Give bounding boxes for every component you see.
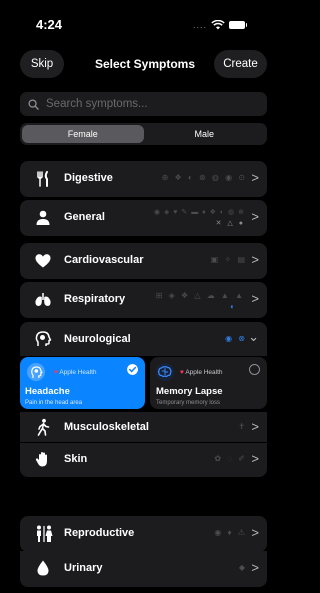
skip-button[interactable]: Skip xyxy=(20,50,64,78)
symptom-preview-icons: ⊕ ❖ ◐ ⊗ ◍ ◉ ⊙ xyxy=(161,173,247,182)
health-heart-icon: ♥ xyxy=(180,369,184,376)
category-label: Musculoskeletal xyxy=(64,421,149,433)
nav-bar: Skip Select Symptoms Create xyxy=(0,50,271,82)
category-label: Reproductive xyxy=(64,527,135,539)
category-label: Skin xyxy=(64,453,88,465)
status-time: 4:24 xyxy=(36,17,63,32)
symptom-preview-icons-row2: ✕ △ ● xyxy=(215,220,245,227)
search-input[interactable] xyxy=(44,97,248,111)
symptom-title: Headache xyxy=(25,386,70,397)
symptom-subtitle: Pain in the head area xyxy=(25,400,83,406)
category-urinary[interactable]: Urinary ◆ > xyxy=(20,551,267,587)
status-icons: .... xyxy=(192,20,247,30)
symptom-card-memory-lapse[interactable]: ♥ Apple Health Memory Lapse Temporary me… xyxy=(150,357,267,409)
search-bar[interactable] xyxy=(20,92,267,116)
chevron-right-icon: > xyxy=(251,252,259,267)
person-icon xyxy=(36,210,50,225)
category-respiratory[interactable]: Respiratory ⊞ ◈ ❖ △ ☁ ▲ ▲ ◐ > xyxy=(20,282,267,318)
category-cardiovascular[interactable]: Cardiovascular ▣ ✧ ▤ > xyxy=(20,243,267,279)
chevron-right-icon: > xyxy=(251,209,259,224)
figure-walk-icon xyxy=(37,418,50,436)
head-profile-icon xyxy=(35,331,52,346)
symptom-preview-icons: ◉ ♦ ⚠ xyxy=(214,528,247,537)
people-icon xyxy=(37,525,53,542)
apple-health-tag: ♥ Apple Health xyxy=(180,369,223,376)
lungs-icon xyxy=(35,293,51,306)
segment-male[interactable]: Male xyxy=(144,125,266,143)
category-skin[interactable]: Skin ✿ ◌ ✐ > xyxy=(20,443,267,477)
cellular-dots: .... xyxy=(192,20,207,30)
battery-icon xyxy=(229,21,247,29)
head-profile-icon xyxy=(27,363,45,381)
symptom-preview-icons: ⊞ ◈ ❖ △ ☁ ▲ ▲ xyxy=(155,291,245,300)
fork-knife-icon xyxy=(37,171,48,187)
symptom-card-headache[interactable]: ♥ Apple Health Headache Pain in the head… xyxy=(20,357,145,409)
symptom-preview-icons: ✝ xyxy=(238,422,247,431)
health-heart-icon: ♥ xyxy=(54,369,58,376)
symptom-preview-icons: ◉ ⊗ xyxy=(225,334,247,343)
chevron-right-icon: > xyxy=(251,291,259,306)
status-bar: 4:24 .... xyxy=(0,0,271,40)
symptom-preview-icons: ▣ ✧ ▤ xyxy=(210,255,247,264)
source-label: Apple Health xyxy=(185,369,223,376)
symptom-preview-icons: ◉ ◈ ♥ ✎ ▬ ♦ ❖ ◐ ◍ ⊕ xyxy=(153,209,245,216)
checkmark-icon xyxy=(127,364,138,375)
category-digestive[interactable]: Digestive ⊕ ❖ ◐ ⊗ ◍ ◉ ⊙ > xyxy=(20,161,267,197)
brain-icon xyxy=(156,363,174,381)
symptom-title: Memory Lapse xyxy=(156,386,223,397)
category-reproductive[interactable]: Reproductive ◉ ♦ ⚠ > xyxy=(20,516,267,552)
heart-icon xyxy=(35,254,51,268)
symptom-preview-icons-row2: ◐ xyxy=(230,302,237,311)
chevron-right-icon: > xyxy=(251,419,259,434)
category-label: Digestive xyxy=(64,172,113,184)
chevron-right-icon: > xyxy=(251,525,259,540)
chevron-right-icon: > xyxy=(251,451,259,466)
chevron-down-icon: ⌄ xyxy=(248,329,259,344)
category-musculoskeletal[interactable]: Musculoskeletal ✝ > xyxy=(20,412,267,442)
drop-icon xyxy=(37,560,49,576)
symptom-subtitle: Temporary memory loss xyxy=(156,400,221,406)
apple-health-tag: ♥ Apple Health xyxy=(54,369,97,376)
segment-female[interactable]: Female xyxy=(22,125,144,143)
symptom-preview-icons: ◆ xyxy=(238,563,247,572)
wifi-icon xyxy=(211,20,225,30)
page-title: Select Symptoms xyxy=(94,57,196,71)
source-label: Apple Health xyxy=(59,369,97,376)
chevron-right-icon: > xyxy=(251,170,259,185)
category-neurological[interactable]: Neurological ◉ ⊗ ⌄ xyxy=(20,322,267,356)
symptom-preview-icons: ✿ ◌ ✐ xyxy=(214,454,247,463)
category-label: Urinary xyxy=(64,562,103,574)
category-label: Cardiovascular xyxy=(64,254,144,266)
chevron-right-icon: > xyxy=(251,560,259,575)
category-label: Neurological xyxy=(64,333,131,345)
hand-icon xyxy=(35,452,47,467)
unselected-circle-icon xyxy=(249,364,260,375)
create-button[interactable]: Create xyxy=(214,50,267,78)
sex-segmented-control: Female Male xyxy=(20,123,267,145)
category-label: General xyxy=(64,211,105,223)
search-icon xyxy=(28,98,39,110)
category-general[interactable]: General ◉ ◈ ♥ ✎ ▬ ♦ ❖ ◐ ◍ ⊕ ✕ △ ● > xyxy=(20,200,267,236)
category-label: Respiratory xyxy=(64,293,126,305)
